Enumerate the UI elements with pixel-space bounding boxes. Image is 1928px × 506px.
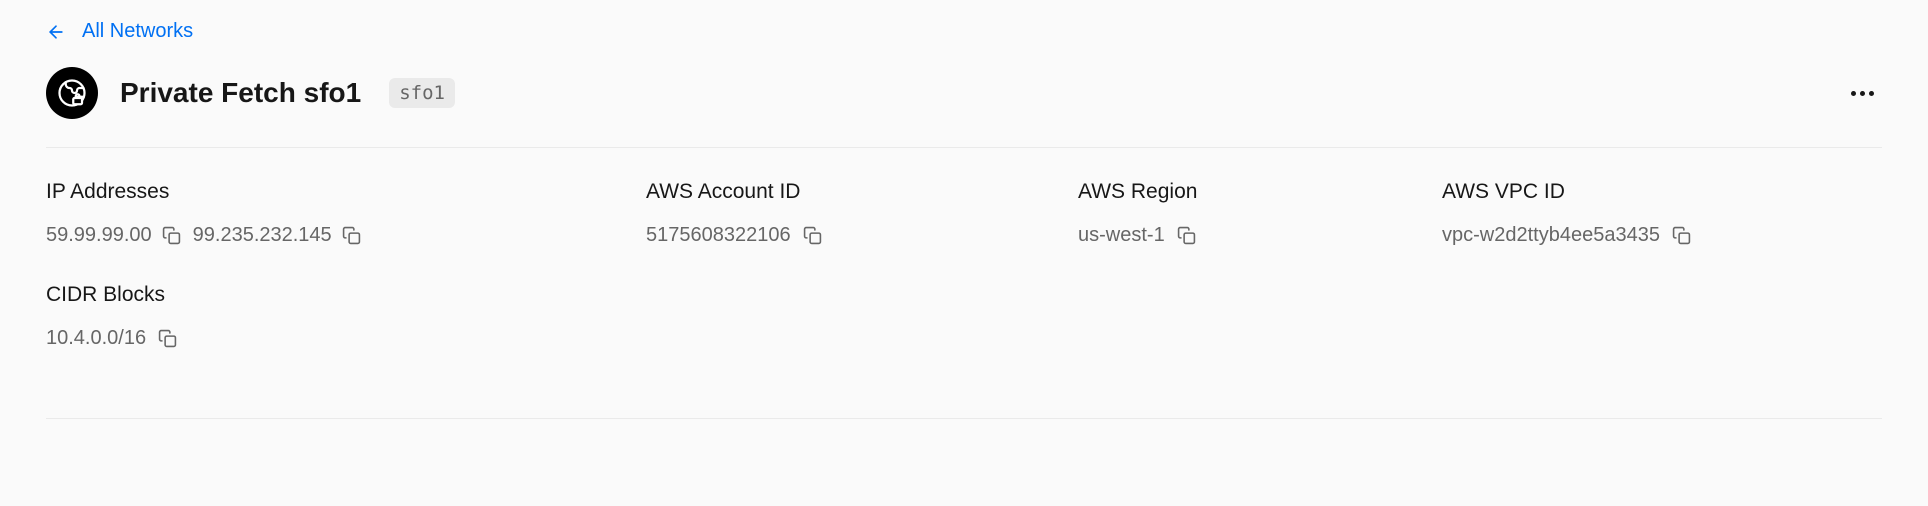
field-label: IP Addresses bbox=[46, 180, 566, 204]
ip-value: 59.99.99.00 bbox=[46, 224, 152, 247]
field-value-line: us-west-1 bbox=[1078, 224, 1362, 247]
all-networks-link[interactable]: All Networks bbox=[82, 20, 193, 43]
copy-icon[interactable] bbox=[162, 226, 181, 245]
aws-region-value: us-west-1 bbox=[1078, 224, 1165, 247]
detail-row-2: CIDR Blocks 10.4.0.0/16 bbox=[46, 283, 1882, 350]
field-label: AWS VPC ID bbox=[1442, 180, 1882, 204]
copy-icon[interactable] bbox=[803, 226, 822, 245]
field-label: AWS Region bbox=[1078, 180, 1362, 204]
globe-lock-icon bbox=[46, 67, 98, 119]
ip-value-item: 59.99.99.00 bbox=[46, 224, 181, 247]
arrow-left-icon[interactable] bbox=[46, 22, 66, 42]
field-label: CIDR Blocks bbox=[46, 283, 566, 307]
field-value-line: 5175608322106 bbox=[646, 224, 998, 247]
ip-value-item: 99.235.232.145 bbox=[193, 224, 361, 247]
field-ip-addresses: IP Addresses 59.99.99.00 99.235.232.145 bbox=[46, 180, 566, 247]
aws-account-value: 5175608322106 bbox=[646, 224, 791, 247]
field-aws-vpc-id: AWS VPC ID vpc-w2d2ttyb4ee5a3435 bbox=[1442, 180, 1882, 247]
field-label: AWS Account ID bbox=[646, 180, 998, 204]
copy-icon[interactable] bbox=[158, 329, 177, 348]
aws-vpc-value: vpc-w2d2ttyb4ee5a3435 bbox=[1442, 224, 1660, 247]
header-left: Private Fetch sfo1 sfo1 bbox=[46, 67, 455, 119]
field-value-line: vpc-w2d2ttyb4ee5a3435 bbox=[1442, 224, 1882, 247]
ip-value: 99.235.232.145 bbox=[193, 224, 332, 247]
field-value-line: 59.99.99.00 99.235.232.145 bbox=[46, 224, 566, 247]
page-title: Private Fetch sfo1 bbox=[120, 77, 361, 109]
detail-row-1: IP Addresses 59.99.99.00 99.235.232.145 … bbox=[46, 180, 1882, 247]
breadcrumb: All Networks bbox=[46, 20, 1882, 43]
field-value-line: 10.4.0.0/16 bbox=[46, 327, 566, 350]
field-cidr-blocks: CIDR Blocks 10.4.0.0/16 bbox=[46, 283, 566, 350]
region-tag: sfo1 bbox=[389, 78, 455, 108]
cidr-value: 10.4.0.0/16 bbox=[46, 327, 146, 350]
details-section: IP Addresses 59.99.99.00 99.235.232.145 … bbox=[46, 148, 1882, 418]
page-header: Private Fetch sfo1 sfo1 bbox=[46, 67, 1882, 119]
copy-icon[interactable] bbox=[342, 226, 361, 245]
divider bbox=[46, 418, 1882, 419]
field-aws-account-id: AWS Account ID 5175608322106 bbox=[646, 180, 998, 247]
copy-icon[interactable] bbox=[1177, 226, 1196, 245]
copy-icon[interactable] bbox=[1672, 226, 1691, 245]
more-menu-button[interactable] bbox=[1843, 83, 1882, 104]
field-aws-region: AWS Region us-west-1 bbox=[1078, 180, 1362, 247]
